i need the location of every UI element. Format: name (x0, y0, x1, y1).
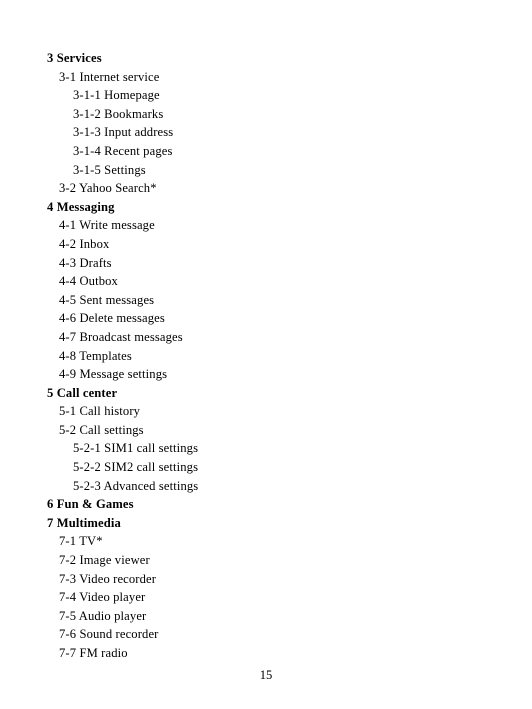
toc-item: 5-2 Call settings (59, 422, 144, 437)
toc-item: 4-8 Templates (59, 348, 132, 363)
toc-item: 4-1 Write message (59, 218, 155, 233)
toc-item: 4-6 Delete messages (59, 311, 165, 326)
table-of-contents: 3 Services 3-1 Internet service 3-1-1 Home… (0, 49, 532, 663)
page-number: 15 (259, 668, 273, 682)
toc-heading: 5 Call center (47, 385, 118, 400)
toc-item: 5-2-3 Advanced settings (73, 478, 199, 493)
toc-item: 4-7 Broadcast messages (59, 329, 183, 344)
toc-item: 7-7 FM radio (59, 646, 128, 660)
toc-item: 3-1-2 Bookmarks (73, 106, 164, 121)
toc-item: 4-2 Inbox (59, 236, 110, 251)
toc-item: 3-1-4 Recent pages (73, 143, 173, 158)
toc-item: 3-1-5 Settings (73, 162, 146, 177)
toc-item: 3-2 Yahoo Search* (59, 181, 157, 196)
toc-heading: 7 Multimedia (47, 515, 121, 530)
toc-item: 4-3 Drafts (59, 255, 112, 270)
toc-item: 7-1 TV* (59, 534, 103, 549)
toc-heading: 3 Services (47, 51, 102, 65)
toc-item: 7-3 Video recorder (59, 571, 157, 586)
toc-item: 3-1-1 Homepage (73, 88, 160, 103)
toc-item: 7-2 Image viewer (59, 553, 150, 568)
toc-item: 7-5 Audio player (59, 608, 147, 623)
toc-heading: 4 Messaging (47, 199, 115, 214)
toc-heading: 6 Fun & Games (47, 497, 134, 512)
toc-item: 4-9 Message settings (59, 367, 168, 382)
toc-item: 4-4 Outbox (59, 274, 118, 289)
document-page: 3 Services 3-1 Internet service 3-1-1 Home… (0, 0, 532, 709)
toc-item: 4-5 Sent messages (59, 292, 155, 307)
toc-item: 5-1 Call history (59, 404, 141, 419)
toc-item: 5-2-1 SIM1 call settings (73, 441, 199, 456)
toc-item: 7-4 Video player (59, 590, 146, 605)
toc-item: 5-2-2 SIM2 call settings (73, 460, 199, 475)
toc-item: 3-1 Internet service (59, 69, 160, 84)
toc-item: 3-1-3 Input address (73, 125, 174, 140)
toc-item: 7-6 Sound recorder (59, 627, 159, 642)
